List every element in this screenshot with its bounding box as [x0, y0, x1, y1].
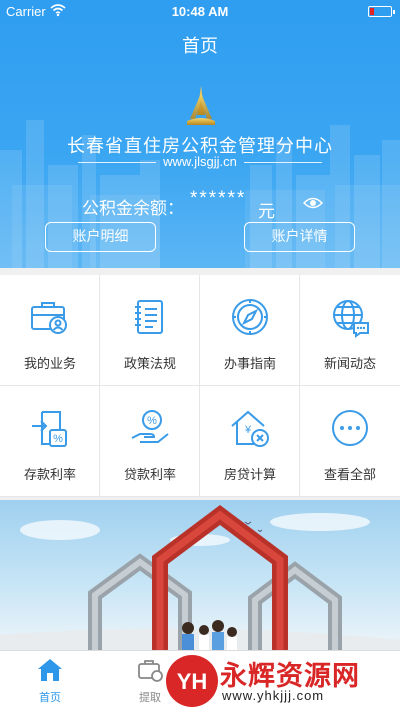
grid-item-label: 新闻动态 — [323, 356, 376, 371]
watermark-url: www.yhkjjj.com — [222, 688, 325, 703]
grid-item-label: 贷款利率 — [123, 467, 176, 482]
grid-item-view-all[interactable]: 查看全部 — [300, 386, 400, 497]
battery-icon — [368, 6, 395, 17]
clock: 10:48 AM — [171, 4, 229, 19]
header-hero: Carrier 10:48 AM 首页 长春省直住房公积金管理分中心 www.j… — [0, 0, 400, 268]
home-icon — [38, 659, 62, 681]
promo-banner[interactable] — [0, 500, 400, 660]
grid-item-loan-rate[interactable]: % 贷款利率 — [100, 386, 200, 497]
balance-label: 公积金余额： — [82, 199, 184, 218]
globe-chat-icon — [333, 300, 369, 338]
loan-rate-icon: % — [131, 410, 169, 443]
page-title: 首页 — [182, 36, 218, 56]
divider-right — [244, 162, 322, 163]
house-banner-image — [0, 505, 400, 660]
house-calc-icon: ¥ — [231, 410, 269, 447]
eye-icon[interactable] — [303, 196, 323, 210]
tab-home[interactable]: 首页 — [0, 651, 100, 710]
account-detail-button[interactable]: 账户明细 — [45, 222, 156, 252]
grid-item-label: 房贷计算 — [223, 467, 276, 482]
website-row: www.jlsgjj.cn — [0, 153, 400, 173]
tab-label: 首页 — [39, 692, 61, 704]
grid-item-my-business[interactable]: 我的业务 — [0, 275, 100, 386]
logo-icon — [187, 86, 215, 125]
grid-item-label: 办事指南 — [223, 356, 276, 371]
svg-text:¥: ¥ — [244, 424, 252, 436]
grid-item-guide[interactable]: 办事指南 — [200, 275, 300, 386]
withdraw-icon — [138, 660, 163, 682]
deposit-rate-icon: % — [32, 411, 67, 447]
balance-value: ****** — [190, 188, 247, 209]
compass-icon — [232, 299, 268, 335]
status-bar: Carrier 10:48 AM — [0, 0, 400, 22]
service-grid: 我的业务 政策法规 办事指南 新闻动态 % 存款利率 % 贷款利率 ¥ 房贷计算… — [0, 275, 400, 497]
balance-unit: 元 — [258, 202, 275, 221]
svg-text:YH: YH — [177, 669, 208, 694]
grid-item-mortgage-calc[interactable]: ¥ 房贷计算 — [200, 386, 300, 497]
briefcase-user-icon — [31, 302, 67, 334]
website-url[interactable]: www.jlsgjj.cn — [0, 154, 400, 169]
notebook-icon — [135, 300, 163, 334]
grid-item-label: 政策法规 — [123, 356, 176, 371]
svg-text:%: % — [53, 433, 63, 445]
account-info-button[interactable]: 账户详情 — [244, 222, 355, 252]
grid-item-label: 我的业务 — [23, 356, 76, 371]
grid-item-label: 查看全部 — [323, 467, 376, 482]
svg-text:%: % — [147, 415, 157, 427]
grid-item-label: 存款利率 — [23, 467, 76, 482]
more-icon — [332, 410, 368, 446]
grid-item-news[interactable]: 新闻动态 — [300, 275, 400, 386]
grid-item-deposit-rate[interactable]: % 存款利率 — [0, 386, 100, 497]
grid-item-policy[interactable]: 政策法规 — [100, 275, 200, 386]
